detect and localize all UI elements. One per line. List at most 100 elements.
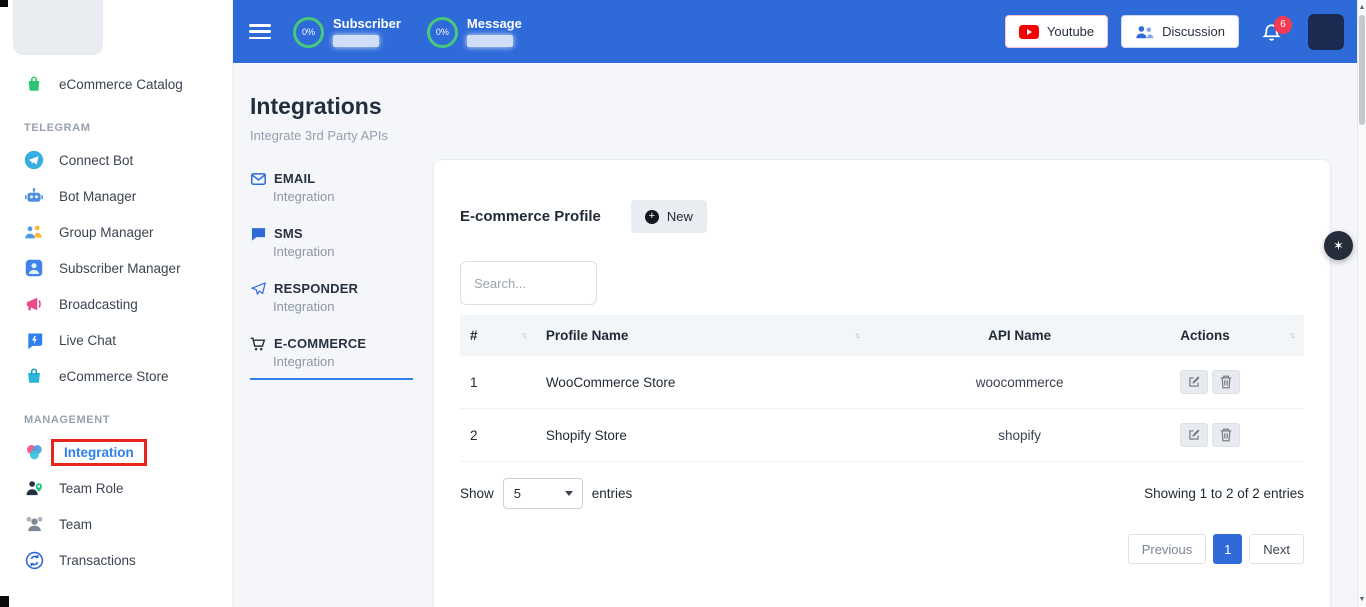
discussion-button-label: Discussion [1162, 24, 1225, 39]
page-title: Integrations [250, 93, 1366, 120]
cart-icon [250, 337, 266, 351]
column-header-actions[interactable]: Actions↑↓ [1170, 315, 1304, 356]
trash-icon [1220, 428, 1232, 442]
sidebar-item-label: Connect Bot [59, 153, 133, 168]
telegram-icon [24, 150, 44, 170]
youtube-icon [1019, 25, 1039, 39]
sidebar-item-team[interactable]: Team [0, 506, 232, 542]
sidebar-item-connect-bot[interactable]: Connect Bot [0, 142, 232, 178]
edit-button[interactable] [1180, 423, 1208, 447]
sidebar-item-team-role[interactable]: Team Role [0, 470, 232, 506]
edit-icon [1187, 375, 1201, 389]
sidebar-item-live-chat[interactable]: Live Chat [0, 322, 232, 358]
integration-type-menu: EMAIL Integration SMS Integration [250, 159, 413, 393]
youtube-button-label: Youtube [1047, 24, 1094, 39]
team-role-icon [24, 478, 44, 498]
assistant-floating-button[interactable]: ✶ [1324, 231, 1353, 260]
tab-title: RESPONDER [274, 281, 358, 296]
new-button-label: New [667, 209, 693, 224]
page-1-button[interactable]: 1 [1213, 534, 1242, 564]
notification-badge: 6 [1274, 16, 1292, 34]
sidebar-item-subscriber-manager[interactable]: Subscriber Manager [0, 250, 232, 286]
sidebar-item-integration[interactable]: Integration [0, 434, 232, 470]
subscriber-progress-ring: 0% [293, 17, 324, 48]
robot-icon [24, 186, 44, 206]
tab-ecommerce-integration[interactable]: E-COMMERCE Integration [250, 336, 413, 380]
tab-subtitle: Integration [273, 189, 413, 204]
row-profile-name: WooCommerce Store [536, 356, 869, 409]
scroll-down-arrow[interactable]: ▼ [1358, 593, 1366, 606]
sidebar: eCommerce Catalog TELEGRAM Connect Bot B… [0, 0, 233, 607]
sidebar-item-transactions[interactable]: Transactions [0, 542, 232, 578]
table-row: 1 WooCommerce Store woocommerce [460, 356, 1304, 409]
row-num: 2 [460, 409, 536, 462]
next-page-button[interactable]: Next [1249, 534, 1304, 564]
page-scrollbar: ▲ ▼ [1357, 0, 1366, 607]
entries-label: entries [592, 486, 633, 501]
notifications-button[interactable]: 6 [1261, 21, 1282, 43]
sidebar-item-label: eCommerce Store [59, 369, 169, 384]
discussion-icon [1135, 25, 1154, 39]
column-header-profile-name[interactable]: Profile Name↑↓ [536, 315, 869, 356]
entries-select[interactable]: 5 [503, 478, 583, 509]
app-logo [13, 0, 103, 55]
tab-title: EMAIL [274, 171, 315, 186]
plus-icon: + [645, 210, 659, 224]
subscriber-label: Subscriber [333, 16, 401, 31]
sidebar-item-label: Bot Manager [59, 189, 136, 204]
sms-icon [250, 227, 266, 241]
tab-sms-integration[interactable]: SMS Integration [250, 226, 413, 268]
page-subtitle: Integrate 3rd Party APIs [250, 128, 1366, 143]
edit-icon [1187, 428, 1201, 442]
scroll-up-arrow[interactable]: ▲ [1358, 1, 1366, 14]
delete-button[interactable] [1212, 423, 1240, 447]
new-button[interactable]: + New [631, 200, 707, 233]
tab-title: SMS [274, 226, 303, 241]
sidebar-item-broadcasting[interactable]: Broadcasting [0, 286, 232, 322]
tab-responder-integration[interactable]: RESPONDER Integration [250, 281, 413, 323]
message-percent: 0% [436, 27, 449, 37]
sidebar-item-label: Team Role [59, 481, 124, 496]
subscriber-count-blurred [333, 35, 379, 47]
sidebar-item-bot-manager[interactable]: Bot Manager [0, 178, 232, 214]
column-header-api-name[interactable]: API Name [869, 315, 1170, 356]
row-profile-name: Shopify Store [536, 409, 869, 462]
transactions-icon [24, 550, 44, 570]
search-input[interactable] [460, 261, 597, 305]
column-header-num[interactable]: #↑↓ [460, 315, 536, 356]
scrollbar-thumb[interactable] [1359, 15, 1365, 125]
responder-icon [250, 282, 266, 296]
broadcast-icon [24, 294, 44, 314]
tab-email-integration[interactable]: EMAIL Integration [250, 171, 413, 213]
sort-icon: ↑↓ [854, 330, 859, 340]
window-corner-artifact [0, 0, 8, 7]
sparkle-icon: ✶ [1333, 238, 1344, 254]
top-navbar: 0% Subscriber 0% Message Youtube Discuss… [233, 0, 1366, 63]
tab-subtitle: Integration [273, 354, 413, 369]
integration-icon [24, 442, 44, 462]
user-avatar[interactable] [1308, 14, 1344, 50]
row-num: 1 [460, 356, 536, 409]
ecommerce-profile-card: E-commerce Profile + New #↑↓ Profile Nam… [433, 159, 1331, 607]
menu-toggle-icon[interactable] [249, 24, 271, 39]
group-icon [24, 222, 44, 242]
sidebar-item-group-manager[interactable]: Group Manager [0, 214, 232, 250]
main-content: Integrations Integrate 3rd Party APIs EM… [233, 63, 1366, 607]
pagination: Previous 1 Next [460, 534, 1304, 564]
sort-icon: ↑↓ [1289, 330, 1294, 340]
delete-button[interactable] [1212, 370, 1240, 394]
sidebar-item-ecommerce-catalog[interactable]: eCommerce Catalog [0, 66, 232, 102]
sort-icon: ↑↓ [521, 330, 526, 340]
message-stat: 0% Message [427, 16, 522, 48]
show-label: Show [460, 486, 494, 501]
edit-button[interactable] [1180, 370, 1208, 394]
email-icon [250, 172, 266, 186]
tab-subtitle: Integration [273, 244, 413, 259]
youtube-button[interactable]: Youtube [1005, 15, 1108, 48]
sidebar-item-ecommerce-store[interactable]: eCommerce Store [0, 358, 232, 394]
sidebar-item-label: Subscriber Manager [59, 261, 181, 276]
discussion-button[interactable]: Discussion [1121, 15, 1239, 48]
previous-page-button[interactable]: Previous [1128, 534, 1207, 564]
shopping-bag-green-icon [24, 74, 44, 94]
message-progress-ring: 0% [427, 17, 458, 48]
